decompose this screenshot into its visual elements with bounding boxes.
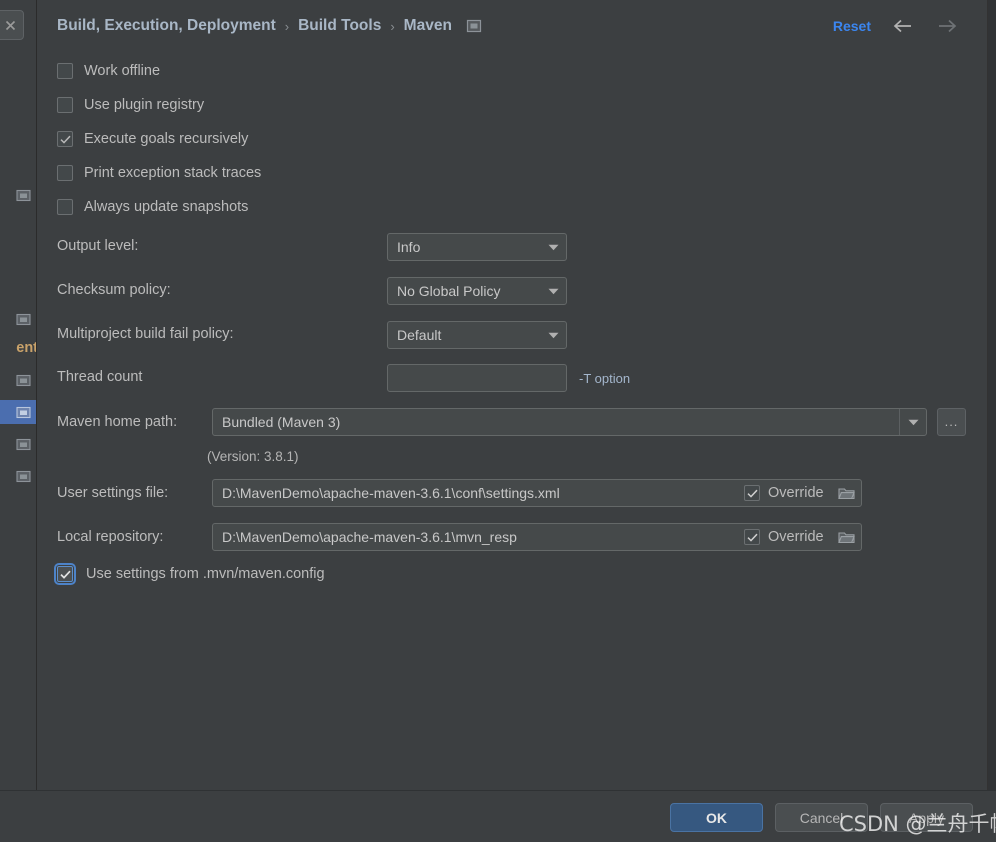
checkbox-label: Use settings from .mvn/maven.config bbox=[86, 566, 325, 582]
user-settings-value: D:\MavenDemo\apache-maven-3.6.1\conf\set… bbox=[222, 485, 560, 501]
local-repository-label-wrap: Local repository: bbox=[57, 529, 163, 545]
sidebar-clipped-label: ent bbox=[16, 340, 37, 356]
module-icon bbox=[16, 313, 31, 325]
breadcrumb-separator-icon: › bbox=[284, 18, 290, 34]
ellipsis-icon: ... bbox=[944, 414, 959, 429]
thread-count-label: Thread count bbox=[57, 369, 143, 385]
override-label: Override bbox=[768, 529, 824, 545]
module-icon bbox=[16, 406, 31, 418]
settings-dialog: ent Build, Execution, Deployment › Build… bbox=[0, 0, 996, 842]
breadcrumb-item-root[interactable]: Build, Execution, Deployment bbox=[57, 17, 276, 35]
close-icon bbox=[5, 20, 16, 30]
thread-count-hint: -T option bbox=[579, 371, 631, 386]
output-level-label: Output level: bbox=[57, 238, 139, 254]
ok-button[interactable]: OK bbox=[670, 803, 763, 832]
thread-count-hint-wrap: -T option bbox=[579, 371, 630, 386]
checkbox-box[interactable] bbox=[57, 63, 73, 79]
checkbox-box[interactable] bbox=[744, 485, 760, 501]
maven-home-label-wrap: Maven home path: bbox=[57, 414, 177, 430]
checksum-policy-label-wrap: Checksum policy: bbox=[57, 282, 171, 298]
close-button[interactable] bbox=[0, 10, 24, 40]
module-icon bbox=[16, 470, 31, 482]
dialog-button-bar: OK Cancel Apply bbox=[0, 790, 996, 842]
checkbox-execute-goals-recursively[interactable]: Execute goals recursively bbox=[57, 131, 248, 147]
reset-button[interactable]: Reset bbox=[833, 18, 871, 34]
checkbox-label: Always update snapshots bbox=[84, 199, 249, 215]
check-icon bbox=[746, 533, 758, 542]
sidebar-item[interactable] bbox=[0, 183, 36, 207]
maven-home-label: Maven home path: bbox=[57, 414, 178, 430]
folder-icon[interactable] bbox=[831, 530, 861, 544]
override-label: Override bbox=[768, 485, 824, 501]
breadcrumb-separator-icon: › bbox=[390, 18, 395, 34]
checkbox-box[interactable] bbox=[57, 165, 73, 181]
multiproject-policy-label-wrap: Multiproject build fail policy: bbox=[57, 326, 234, 342]
checkbox-box[interactable] bbox=[57, 131, 73, 147]
module-icon bbox=[16, 189, 31, 201]
checkbox-label: Execute goals recursively bbox=[84, 131, 249, 147]
user-settings-label-wrap: User settings file: bbox=[57, 485, 168, 501]
panel-right-edge bbox=[988, 0, 996, 790]
settings-content-panel: Build, Execution, Deployment › Build Too… bbox=[37, 0, 988, 790]
arrow-left-icon[interactable] bbox=[891, 18, 915, 34]
chevron-down-icon[interactable] bbox=[540, 288, 566, 295]
cancel-button[interactable]: Cancel bbox=[775, 803, 868, 832]
check-icon bbox=[59, 570, 71, 579]
module-icon bbox=[466, 19, 482, 33]
settings-tree-sidebar: ent bbox=[0, 0, 37, 790]
user-settings-label: User settings file: bbox=[57, 485, 169, 501]
module-icon bbox=[16, 438, 31, 450]
local-repository-override[interactable]: Override bbox=[744, 529, 824, 545]
checksum-policy-value: No Global Policy bbox=[397, 283, 501, 299]
header-actions: Reset bbox=[833, 18, 959, 34]
sidebar-item[interactable] bbox=[0, 307, 36, 331]
chevron-down-icon[interactable] bbox=[540, 332, 566, 339]
breadcrumb-item-maven[interactable]: Maven bbox=[404, 17, 452, 35]
checkbox-use-plugin-registry[interactable]: Use plugin registry bbox=[57, 97, 204, 113]
checksum-policy-dropdown[interactable]: No Global Policy bbox=[387, 277, 567, 305]
apply-button[interactable]: Apply bbox=[880, 803, 973, 832]
folder-icon[interactable] bbox=[831, 486, 861, 500]
output-level-value: Info bbox=[397, 239, 421, 255]
settings-header: Build, Execution, Deployment › Build Too… bbox=[37, 0, 988, 56]
maven-home-value: Bundled (Maven 3) bbox=[222, 414, 341, 430]
arrow-right-icon bbox=[939, 19, 957, 33]
multiproject-policy-label: Multiproject build fail policy: bbox=[57, 326, 234, 342]
checkbox-print-exception-stack-traces[interactable]: Print exception stack traces bbox=[57, 165, 261, 181]
local-repository-value: D:\MavenDemo\apache-maven-3.6.1\mvn_resp bbox=[222, 529, 517, 545]
checkbox-box[interactable] bbox=[57, 199, 73, 215]
chevron-down-icon[interactable] bbox=[540, 244, 566, 251]
checkbox-work-offline[interactable]: Work offline bbox=[57, 63, 160, 79]
thread-count-input[interactable] bbox=[387, 364, 567, 392]
thread-count-label-wrap: Thread count bbox=[57, 369, 142, 385]
output-level-label-wrap: Output level: bbox=[57, 238, 138, 254]
checkbox-use-mvn-config[interactable]: Use settings from .mvn/maven.config bbox=[54, 563, 325, 585]
chevron-down-icon[interactable] bbox=[900, 419, 926, 426]
checkbox-box[interactable] bbox=[54, 563, 76, 585]
maven-home-dropdown[interactable]: Bundled (Maven 3) bbox=[212, 408, 927, 436]
module-icon bbox=[16, 374, 31, 386]
checkbox-box[interactable] bbox=[744, 529, 760, 545]
user-settings-override[interactable]: Override bbox=[744, 485, 824, 501]
sidebar-item[interactable] bbox=[0, 432, 36, 456]
check-icon bbox=[59, 135, 71, 144]
maven-version-note: (Version: 3.8.1) bbox=[207, 449, 299, 464]
checkbox-box[interactable] bbox=[57, 97, 73, 113]
breadcrumb: Build, Execution, Deployment › Build Too… bbox=[57, 17, 482, 35]
maven-home-browse-button[interactable]: ... bbox=[937, 408, 966, 436]
output-level-dropdown[interactable]: Info bbox=[387, 233, 567, 261]
checkbox-always-update-snapshots[interactable]: Always update snapshots bbox=[57, 199, 248, 215]
checksum-policy-label: Checksum policy: bbox=[57, 282, 171, 298]
multiproject-policy-dropdown[interactable]: Default bbox=[387, 321, 567, 349]
checkbox-label: Work offline bbox=[84, 63, 161, 79]
sidebar-item[interactable] bbox=[0, 368, 36, 392]
sidebar-item[interactable] bbox=[0, 464, 36, 488]
checkbox-label: Use plugin registry bbox=[84, 97, 205, 113]
multiproject-policy-value: Default bbox=[397, 327, 442, 343]
sidebar-item-maven-selected[interactable] bbox=[0, 400, 36, 424]
checkbox-label: Print exception stack traces bbox=[84, 165, 262, 181]
check-icon bbox=[746, 489, 758, 498]
local-repository-label: Local repository: bbox=[57, 529, 164, 545]
breadcrumb-item-build-tools[interactable]: Build Tools bbox=[298, 17, 381, 35]
